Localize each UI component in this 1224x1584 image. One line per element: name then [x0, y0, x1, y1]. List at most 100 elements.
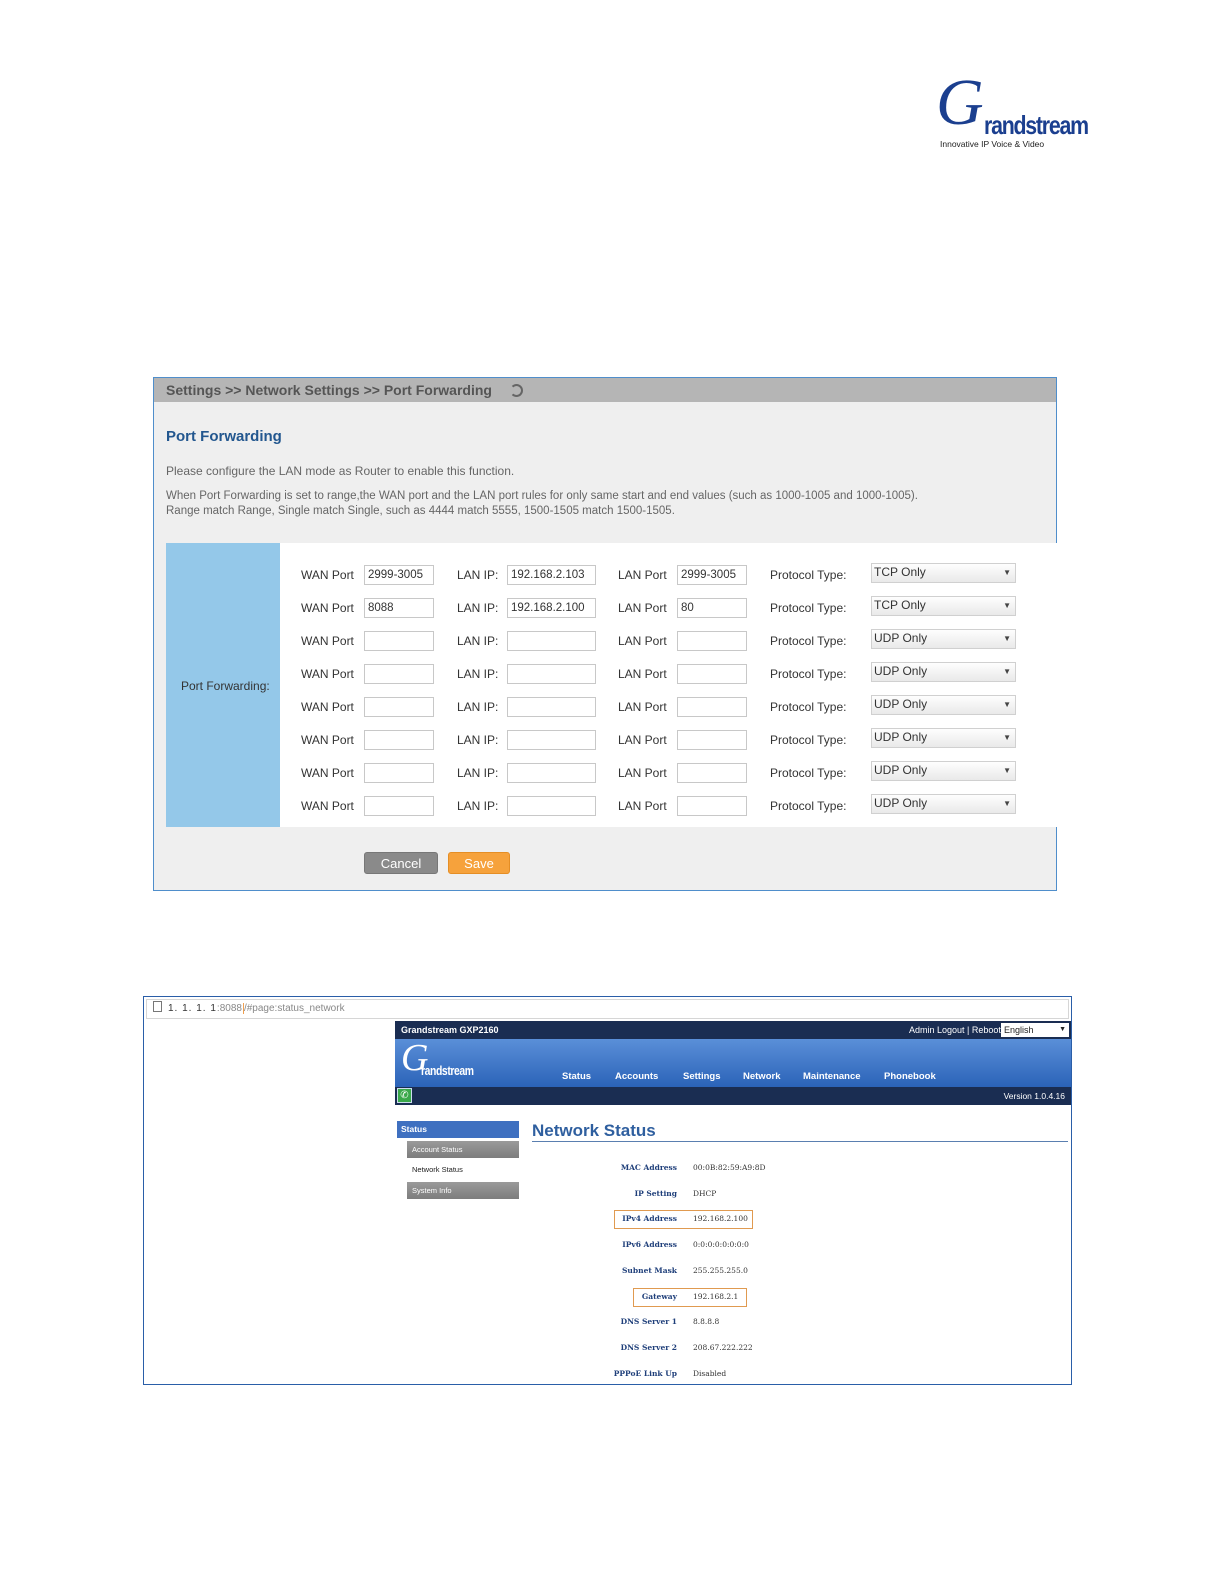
protocol-type-select[interactable]: TCP Only ▼ — [871, 596, 1016, 616]
wan-port-input[interactable] — [364, 631, 434, 651]
wan-port-input[interactable] — [364, 763, 434, 783]
grandstream-logo: G randstream Innovative IP Voice & Video — [936, 70, 1089, 152]
range-rule-line-1: When Port Forwarding is set to range,the… — [166, 490, 918, 502]
field-value-text: 8.8.8.8 — [693, 1317, 720, 1327]
highlight-box — [614, 1210, 753, 1230]
lan-port-input[interactable] — [677, 664, 747, 684]
lan-port-input[interactable] — [677, 730, 747, 750]
field-key-text: PPPoE Link Up — [613, 1368, 677, 1378]
lan-ip-input[interactable] — [507, 763, 596, 783]
status-field-value: 255.255.255.0 — [693, 1263, 813, 1279]
save-button[interactable]: Save — [448, 852, 510, 874]
port-forward-row: WAN Port LAN IP: LAN Port Protocol Type: UDP… — [166, 695, 1057, 717]
firmware-version: Version 1.0.4.16 — [1003, 1091, 1065, 1101]
side-item-system-info[interactable]: System Info — [407, 1182, 519, 1199]
chevron-down-icon: ▼ — [1003, 766, 1011, 775]
lan-ip-label: LAN IP: — [457, 634, 499, 648]
wan-port-input[interactable] — [364, 697, 434, 717]
lan-ip-input[interactable] — [507, 730, 596, 750]
wan-port-label: WAN Port — [301, 568, 354, 582]
menu-settings[interactable]: Settings — [683, 1071, 720, 1082]
protocol-type-value: UDP Only — [874, 730, 928, 744]
field-key-text: IP Setting — [634, 1188, 677, 1198]
port-forwarding-panel: Port Forwarding: WAN Port LAN IP: LAN Port… — [166, 543, 1057, 827]
page-title: Port Forwarding — [166, 428, 282, 445]
lan-ip-input[interactable] — [507, 565, 596, 585]
language-select[interactable]: English ▼ — [1001, 1023, 1069, 1037]
lan-ip-label: LAN IP: — [457, 601, 499, 615]
url-host: 1. 1. 1. 1 — [168, 1003, 217, 1014]
lan-port-label: LAN Port — [618, 700, 667, 714]
lan-port-input[interactable] — [677, 565, 747, 585]
main-nav: G randstream Status Accounts Settings Ne… — [395, 1039, 1071, 1087]
lan-mode-note: Please configure the LAN mode as Router … — [166, 464, 515, 478]
lan-ip-input[interactable] — [507, 664, 596, 684]
chevron-down-icon: ▼ — [1003, 733, 1011, 742]
wan-port-input[interactable] — [364, 796, 434, 816]
protocol-type-value: UDP Only — [874, 631, 928, 645]
lan-port-label: LAN Port — [618, 799, 667, 813]
port-forward-row: WAN Port LAN IP: LAN Port Protocol Type: UDP… — [166, 629, 1057, 651]
title-divider — [532, 1141, 1068, 1142]
status-field-value: DHCP — [693, 1186, 813, 1202]
lan-ip-input[interactable] — [507, 697, 596, 717]
lan-ip-label: LAN IP: — [457, 667, 499, 681]
lan-port-label: LAN Port — [618, 667, 667, 681]
lan-ip-input[interactable] — [507, 796, 596, 816]
port-forward-row: WAN Port LAN IP: LAN Port Protocol Type: UDP… — [166, 794, 1057, 816]
lan-port-label: LAN Port — [618, 733, 667, 747]
lan-port-input[interactable] — [677, 796, 747, 816]
wan-port-label: WAN Port — [301, 601, 354, 615]
protocol-type-select[interactable]: UDP Only ▼ — [871, 794, 1016, 814]
protocol-type-select[interactable]: UDP Only ▼ — [871, 662, 1016, 682]
admin-links[interactable]: Admin Logout | Reboot — [909, 1021, 1001, 1039]
status-field-value: Disabled — [693, 1366, 813, 1382]
status-field-key: IP Setting — [595, 1186, 677, 1202]
phone-icon[interactable]: ✆ — [397, 1088, 412, 1103]
url-port: :8088 — [216, 1003, 244, 1014]
status-field-value: 00:0B:82:59:A9:8D — [693, 1160, 813, 1176]
wan-port-input[interactable] — [364, 565, 434, 585]
lan-port-input[interactable] — [677, 763, 747, 783]
protocol-type-select[interactable]: UDP Only ▼ — [871, 629, 1016, 649]
wan-port-input[interactable] — [364, 664, 434, 684]
lan-ip-input[interactable] — [507, 631, 596, 651]
lan-port-input[interactable] — [677, 697, 747, 717]
chevron-down-icon: ▼ — [1003, 700, 1011, 709]
address-bar[interactable]: 1. 1. 1. 1:8088/#page:status_network — [146, 999, 1069, 1019]
protocol-type-value: UDP Only — [874, 664, 928, 678]
menu-maintenance[interactable]: Maintenance — [803, 1071, 861, 1082]
lan-ip-input[interactable] — [507, 598, 596, 618]
side-item-account-status[interactable]: Account Status — [407, 1141, 519, 1158]
port-forwarding-screenshot: Settings >> Network Settings >> Port For… — [153, 377, 1057, 891]
menu-status[interactable]: Status — [562, 1071, 591, 1082]
lan-port-label: LAN Port — [618, 568, 667, 582]
wan-port-input[interactable] — [364, 730, 434, 750]
lan-port-input[interactable] — [677, 631, 747, 651]
wan-port-label: WAN Port — [301, 700, 354, 714]
protocol-type-label: Protocol Type: — [770, 634, 847, 648]
cancel-button[interactable]: Cancel — [364, 852, 438, 874]
chevron-down-icon: ▼ — [1003, 799, 1011, 808]
status-field-key: MAC Address — [595, 1160, 677, 1176]
field-key-text: DNS Server 2 — [620, 1342, 677, 1352]
status-field-value: 208.67.222.222 — [693, 1340, 813, 1356]
status-field-key: DNS Server 1 — [595, 1314, 677, 1330]
side-menu-status[interactable]: Status — [397, 1121, 519, 1138]
menu-phonebook[interactable]: Phonebook — [884, 1071, 936, 1082]
menu-network[interactable]: Network — [743, 1071, 780, 1082]
menu-accounts[interactable]: Accounts — [615, 1071, 658, 1082]
url-path: /#page:status_network — [243, 1003, 345, 1014]
side-item-network-status[interactable]: Network Status — [407, 1161, 519, 1178]
protocol-type-select[interactable]: UDP Only ▼ — [871, 728, 1016, 748]
network-status-title: Network Status — [532, 1121, 656, 1140]
protocol-type-select[interactable]: UDP Only ▼ — [871, 761, 1016, 781]
lan-ip-label: LAN IP: — [457, 799, 499, 813]
status-field-key: Subnet Mask — [595, 1263, 677, 1279]
protocol-type-label: Protocol Type: — [770, 766, 847, 780]
protocol-type-select[interactable]: TCP Only ▼ — [871, 563, 1016, 583]
wan-port-input[interactable] — [364, 598, 434, 618]
lan-port-input[interactable] — [677, 598, 747, 618]
refresh-icon[interactable] — [509, 384, 523, 397]
protocol-type-select[interactable]: UDP Only ▼ — [871, 695, 1016, 715]
